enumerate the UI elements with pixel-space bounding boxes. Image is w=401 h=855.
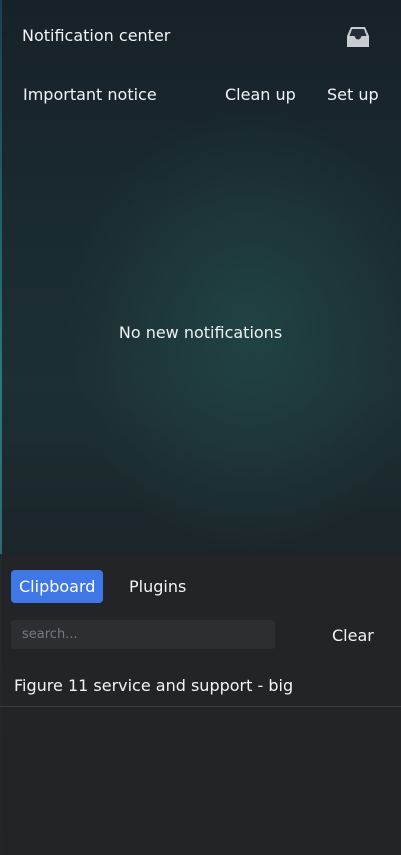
clipboard-item-text: Figure 11 service and support - big [14,676,294,695]
notification-panel: Notification center Important notice Cle… [0,0,401,855]
tab-plugins[interactable]: Plugins [121,570,194,603]
clear-button[interactable]: Clear [332,625,374,647]
search-input[interactable] [11,620,275,649]
notification-center-section: Notification center Important notice Cle… [0,0,401,554]
notification-center-title: Notification center [22,26,171,45]
notification-actions: Important notice Clean up Set up [0,84,401,106]
list-item[interactable]: Figure 11 service and support - big [0,664,401,707]
set-up-button[interactable]: Set up [327,84,379,106]
empty-notifications-message: No new notifications [118,323,283,342]
inbox-icon [347,27,369,47]
inbox-button[interactable] [342,24,374,50]
clean-up-button[interactable]: Clean up [225,84,296,106]
tab-clipboard[interactable]: Clipboard [11,570,104,603]
important-notice-button[interactable]: Important notice [23,84,157,106]
clipboard-list: Figure 11 service and support - big [0,664,401,707]
clipboard-section: Clipboard Plugins Clear Figure 11 servic… [0,554,401,855]
